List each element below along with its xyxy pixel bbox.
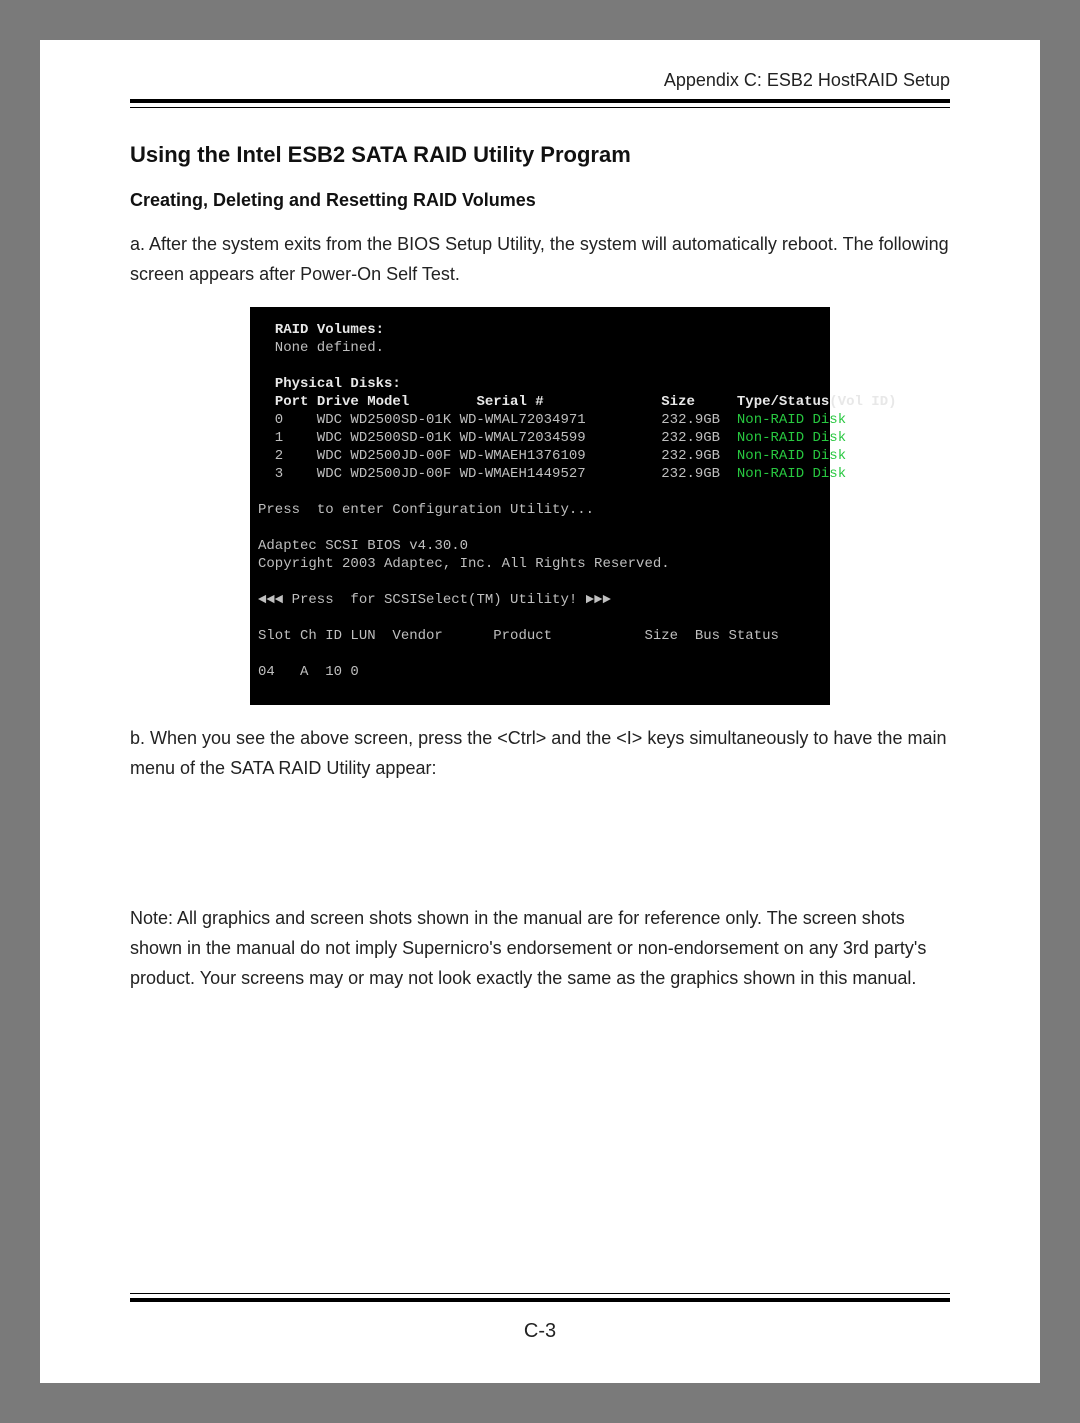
subsection-title: Creating, Deleting and Resetting RAID Vo…	[130, 190, 950, 211]
bottom-rule	[130, 1293, 950, 1302]
page-number: C-3	[130, 1320, 950, 1343]
terminal-screenshot: RAID Volumes: None defined. Physical Dis…	[250, 307, 830, 705]
running-head: Appendix C: ESB2 HostRAID Setup	[130, 70, 950, 91]
top-rule	[130, 99, 950, 108]
section-title: Using the Intel ESB2 SATA RAID Utility P…	[130, 142, 950, 168]
paragraph-a: a. After the system exits from the BIOS …	[130, 229, 950, 289]
page: Appendix C: ESB2 HostRAID Setup Using th…	[40, 40, 1040, 1383]
note-paragraph: Note: All graphics and screen shots show…	[130, 903, 950, 993]
paragraph-b: b. When you see the above screen, press …	[130, 723, 950, 783]
